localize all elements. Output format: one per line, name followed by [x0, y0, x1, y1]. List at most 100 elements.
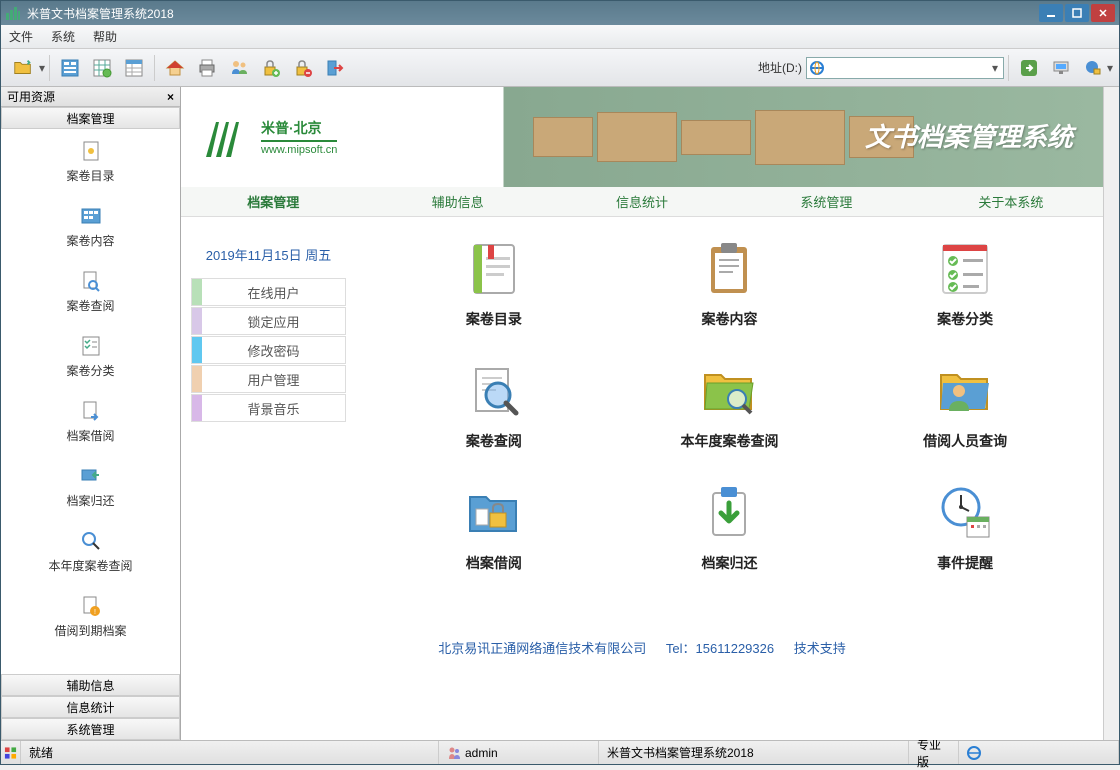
grid-button[interactable]: [88, 54, 116, 82]
navtab-about[interactable]: 关于本系统: [919, 187, 1103, 216]
sidebar-item-label: 本年度案卷查阅: [48, 557, 132, 574]
navtab-aux[interactable]: 辅助信息: [365, 187, 549, 216]
menu-system[interactable]: 系统: [51, 28, 75, 45]
footer-company[interactable]: 北京易讯正通网络通信技术有限公司: [438, 641, 646, 656]
sidebar-item-label: 借阅到期档案: [54, 622, 126, 639]
open-button[interactable]: [9, 54, 37, 82]
maximize-button[interactable]: [1065, 4, 1089, 22]
banner-brand: 米普·北京: [261, 118, 337, 142]
grid-search[interactable]: 案卷查阅: [419, 359, 569, 451]
minimize-button[interactable]: [1039, 4, 1063, 22]
left-panel: 2019年11月15日 周五 在线用户 锁定应用 修改密码 用户管理 背景音乐: [181, 227, 356, 613]
folder-lock-icon: [462, 481, 526, 545]
exit-button[interactable]: [321, 54, 349, 82]
menu-help[interactable]: 帮助: [93, 28, 117, 45]
btn-label: 锁定应用: [202, 312, 345, 331]
address-label: 地址(D:): [754, 59, 806, 76]
sidebar-item-label: 案卷分类: [66, 362, 114, 379]
doc-magnify-icon: [462, 359, 526, 423]
sidebar-item-content[interactable]: 案卷内容: [1, 194, 180, 259]
grid-content[interactable]: 案卷内容: [654, 237, 804, 329]
open-dropdown[interactable]: ▾: [39, 61, 45, 75]
home-button[interactable]: [161, 54, 189, 82]
search-icon: [79, 529, 103, 553]
grid-category[interactable]: 案卷分类: [890, 237, 1040, 329]
grid-label: 借阅人员查询: [923, 431, 1007, 451]
sidebar-header-sys[interactable]: 系统管理: [1, 718, 180, 740]
content-area: 米普·北京 www.mipsoft.cn 文书档案管理系统: [181, 87, 1103, 740]
folder-search-icon: [697, 359, 761, 423]
go-button[interactable]: [1015, 54, 1043, 82]
print-button[interactable]: [193, 54, 221, 82]
sidebar-item-return[interactable]: 档案归还: [1, 454, 180, 519]
address-combo[interactable]: ▾: [806, 57, 1004, 79]
btn-online-users[interactable]: 在线用户: [191, 278, 346, 306]
titlebar: 米普文书档案管理系统2018: [1, 1, 1119, 25]
lock-add-button[interactable]: [257, 54, 285, 82]
banner-url: www.mipsoft.cn: [261, 144, 337, 156]
sidebar-item-borrow[interactable]: 档案借阅: [1, 389, 180, 454]
sidebar-header-aux[interactable]: 辅助信息: [1, 674, 180, 696]
btn-label: 在线用户: [202, 283, 345, 302]
sidebar-item-catalog[interactable]: 案卷目录: [1, 129, 180, 194]
footer-tel: Tel：15611229326: [666, 641, 774, 656]
sidebar-item-category[interactable]: 案卷分类: [1, 324, 180, 389]
status-edition: 专业版: [909, 741, 959, 764]
grid-reminder[interactable]: 事件提醒: [890, 481, 1040, 573]
users-icon: [447, 746, 461, 760]
grid-label: 档案借阅: [466, 553, 522, 573]
sidebar-header-stats[interactable]: 信息统计: [1, 696, 180, 718]
btn-user-mgmt[interactable]: 用户管理: [191, 365, 346, 393]
btn-label: 用户管理: [202, 370, 345, 389]
vertical-scrollbar[interactable]: [1103, 87, 1119, 740]
sidebar-item-search[interactable]: 案卷查阅: [1, 259, 180, 324]
footer-support[interactable]: 技术支持: [794, 641, 846, 656]
book-icon: [462, 237, 526, 301]
address-dropdown[interactable]: ▾: [987, 61, 1003, 75]
logo-icon: [201, 112, 251, 162]
sidebar: 可用资源 × 档案管理 案卷目录 案卷内容 案卷查阅: [1, 87, 181, 740]
form-button[interactable]: [56, 54, 84, 82]
grid-borrow[interactable]: 档案借阅: [419, 481, 569, 573]
grid-label: 案卷查阅: [466, 431, 522, 451]
sidebar-item-label: 案卷内容: [66, 232, 114, 249]
security-dropdown[interactable]: ▾: [1107, 61, 1113, 75]
grid-catalog[interactable]: 案卷目录: [419, 237, 569, 329]
sidebar-close-button[interactable]: ×: [167, 90, 174, 104]
navtab-stats[interactable]: 信息统计: [550, 187, 734, 216]
grid-icon: [79, 204, 103, 228]
status-ready: 就绪: [21, 741, 439, 764]
navtab-sys[interactable]: 系统管理: [734, 187, 918, 216]
statusbar: 就绪 admin 米普文书档案管理系统2018 专业版: [1, 740, 1119, 764]
users-button[interactable]: [225, 54, 253, 82]
grid-borrower-query[interactable]: 借阅人员查询: [890, 359, 1040, 451]
status-start-icon: [1, 741, 21, 764]
folder-user-icon: [933, 359, 997, 423]
grid-label: 档案归还: [701, 553, 757, 573]
table-button[interactable]: [120, 54, 148, 82]
btn-change-pwd[interactable]: 修改密码: [191, 336, 346, 364]
lock-remove-button[interactable]: [289, 54, 317, 82]
ie-icon: [967, 746, 981, 760]
sidebar-item-overdue[interactable]: ! 借阅到期档案: [1, 584, 180, 649]
search-doc-icon: [79, 269, 103, 293]
grid-year-search[interactable]: 本年度案卷查阅: [654, 359, 804, 451]
sidebar-item-year-search[interactable]: 本年度案卷查阅: [1, 519, 180, 584]
monitor-button[interactable]: [1047, 54, 1075, 82]
btn-lock-app[interactable]: 锁定应用: [191, 307, 346, 335]
status-app: 米普文书档案管理系统2018: [599, 741, 909, 764]
sidebar-title-bar: 可用资源 ×: [1, 87, 180, 107]
grid-return[interactable]: 档案归还: [654, 481, 804, 573]
menu-file[interactable]: 文件: [9, 28, 33, 45]
address-input[interactable]: [827, 58, 987, 78]
navtab-archive[interactable]: 档案管理: [181, 187, 365, 216]
sidebar-header-archive[interactable]: 档案管理: [1, 107, 180, 129]
doc-alert-icon: !: [79, 594, 103, 618]
clipboard-arrow-icon: [697, 481, 761, 545]
status-ie-icon: [959, 741, 1119, 764]
btn-bg-music[interactable]: 背景音乐: [191, 394, 346, 422]
security-button[interactable]: [1079, 54, 1107, 82]
close-button[interactable]: [1091, 4, 1115, 22]
svg-text:!: !: [94, 609, 96, 616]
document-icon: [79, 139, 103, 163]
